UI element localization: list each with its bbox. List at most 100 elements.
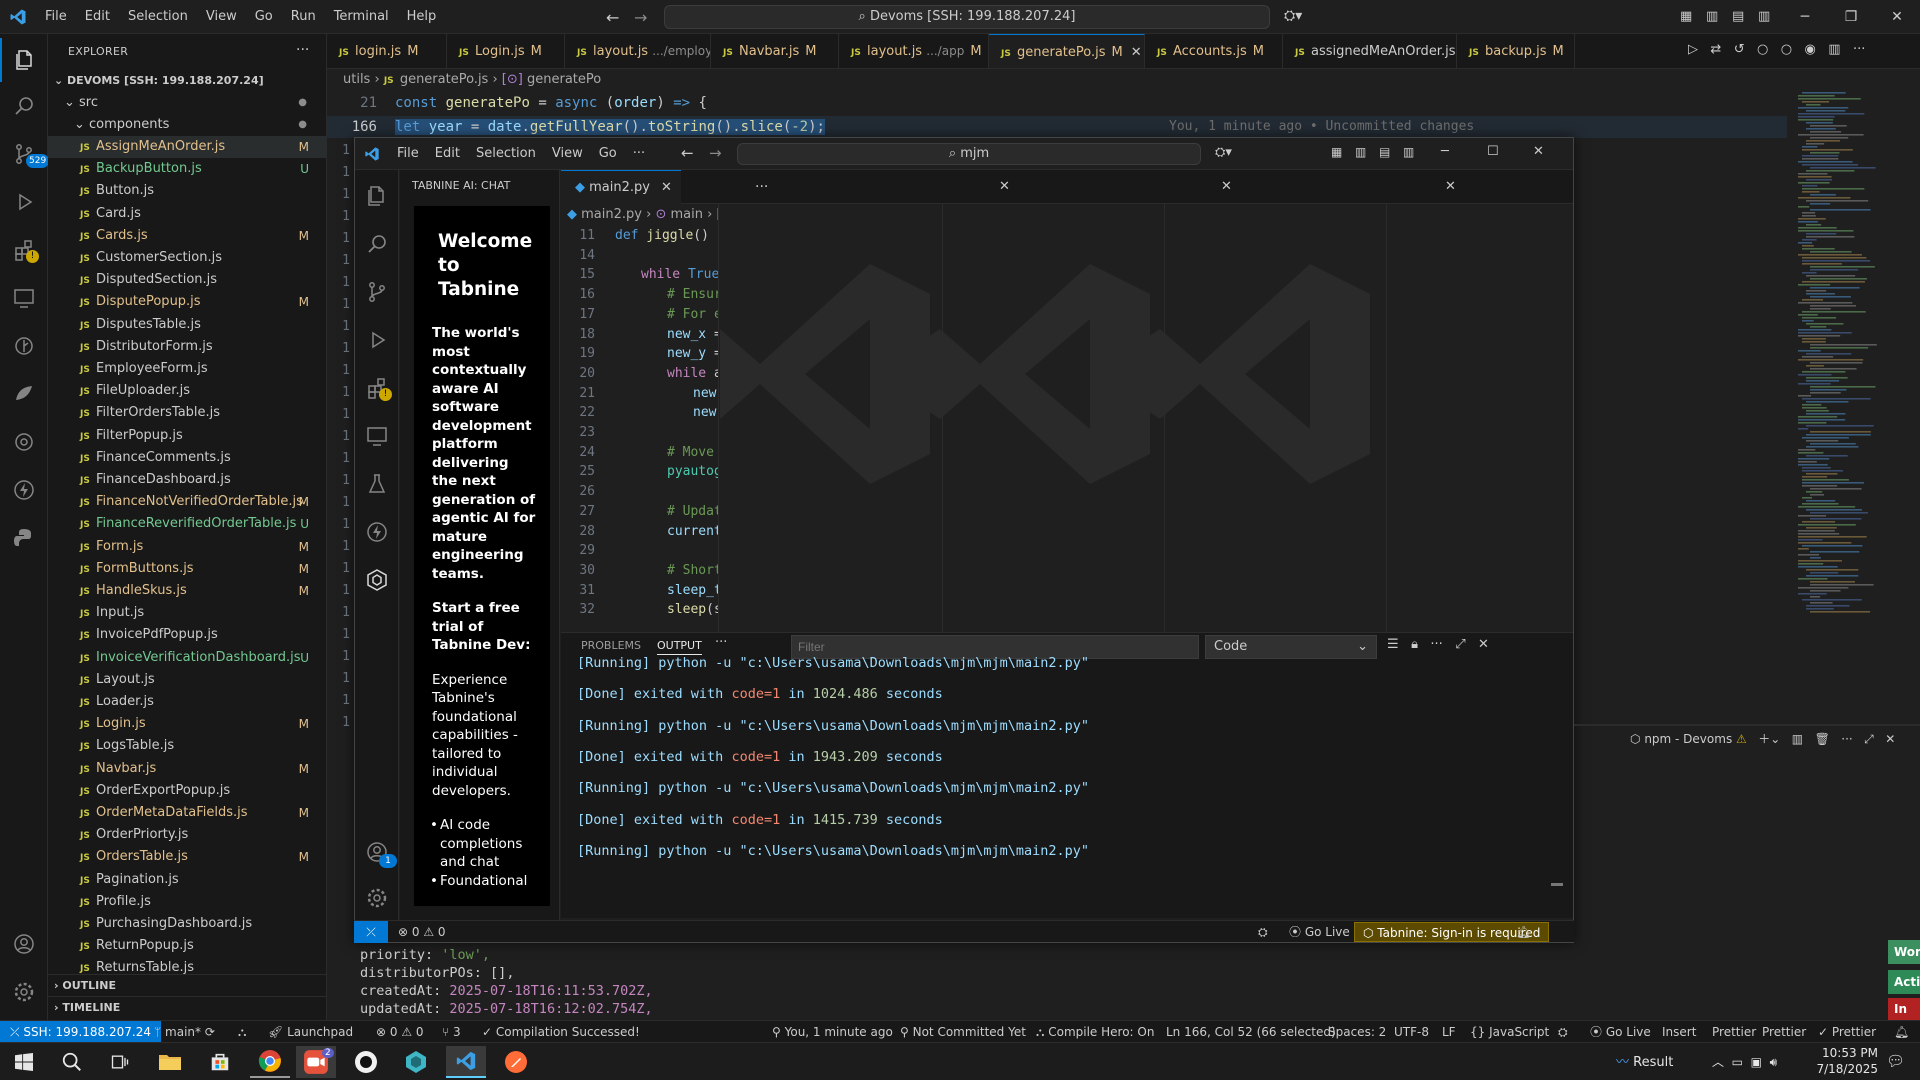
file-item[interactable]: JS Card.js — [48, 203, 327, 225]
output-line[interactable]: [Running] python -u "c:\Users\usama\Down… — [577, 655, 1089, 671]
file-item[interactable]: JS Cards.js M — [48, 225, 327, 247]
breadcrumb-file[interactable]: main2.py — [581, 207, 642, 222]
vscode-taskbar-icon[interactable] — [446, 1046, 486, 1078]
menu-terminal[interactable]: Terminal — [325, 0, 398, 34]
file-item[interactable]: JS Loader.js — [48, 691, 327, 713]
postman-icon[interactable] — [496, 1046, 536, 1078]
code-line[interactable]: 21 new — [561, 384, 718, 404]
file-item[interactable]: JS Navbar.js M — [48, 758, 327, 780]
file-item[interactable]: JS FinanceDashboard.js — [48, 469, 327, 491]
output-line[interactable]: [Running] python -u "c:\Users\usama\Down… — [577, 843, 1089, 859]
tab-main2-py[interactable]: ◆ main2.py ✕ — [561, 170, 681, 204]
editor-tab[interactable]: JS Accounts.js M — [1145, 34, 1283, 68]
commit-status[interactable]: ⚲ Not Committed Yet — [900, 1021, 1026, 1043]
inner-menu-edit[interactable]: Edit — [427, 139, 468, 169]
close-group-icon[interactable]: ✕ — [999, 170, 1010, 204]
close-tab-icon[interactable]: ✕ — [1131, 45, 1142, 60]
breadcrumb-folder[interactable]: utils — [343, 72, 370, 87]
accounts-icon[interactable] — [0, 922, 48, 966]
copilot-status-icon[interactable]: ⛭ — [1258, 921, 1268, 943]
file-item[interactable]: JS FilterPopup.js — [48, 425, 327, 447]
app-dark-circle-icon[interactable] — [346, 1046, 386, 1078]
file-item[interactable]: JS Button.js — [48, 180, 327, 202]
tab-output[interactable]: OUTPUT — [657, 639, 702, 655]
tabnine-icon[interactable] — [355, 558, 399, 602]
maximize-panel-icon[interactable]: ⤢ — [1864, 732, 1874, 746]
file-item[interactable]: JS BackupButton.js U — [48, 158, 327, 180]
side-chip[interactable]: Wor — [1888, 940, 1920, 964]
kill-terminal-icon[interactable]: 🗑︎ — [1815, 732, 1830, 746]
code-line-21[interactable]: 21 const generatePo = async (order) => { — [327, 92, 1787, 114]
minimap[interactable] — [1790, 92, 1910, 632]
end-of-line[interactable]: LF — [1442, 1021, 1456, 1043]
menu-help[interactable]: Help — [398, 0, 446, 34]
compile-hero-status[interactable]: ⛬ Compile Hero: On — [1036, 1021, 1154, 1043]
search-icon[interactable] — [355, 222, 399, 266]
editor-tab[interactable]: JS layout.js .../app M — [839, 34, 989, 68]
remote-explorer-icon[interactable] — [355, 414, 399, 458]
side-chip[interactable]: In A — [1888, 998, 1920, 1020]
inner-menu-selection[interactable]: Selection — [468, 139, 544, 169]
git-graph-icon[interactable]: ⛬ — [238, 1021, 246, 1043]
menu-edit[interactable]: Edit — [76, 0, 119, 34]
folder-src[interactable]: ⌄ src ● — [48, 92, 327, 114]
remote-explorer-icon[interactable] — [0, 276, 48, 320]
minimize-icon[interactable]: ─ — [1782, 0, 1828, 34]
go-live-button[interactable]: ⦿ Go Live — [1289, 921, 1350, 943]
extensions-icon[interactable]: ! — [355, 366, 399, 410]
run-debug-icon[interactable] — [0, 180, 48, 224]
output-line[interactable]: [Done] exited with code=1 in 1943.209 se… — [577, 749, 943, 765]
encoding[interactable]: UTF-8 — [1394, 1021, 1429, 1043]
folder-components[interactable]: ⌄ components ● — [48, 114, 327, 136]
toggle-secondary-sidebar-icon[interactable]: ▥ — [1403, 145, 1414, 159]
testing-flask-icon[interactable] — [355, 462, 399, 506]
explorer-icon[interactable] — [355, 174, 399, 218]
run-debug-icon[interactable] — [355, 318, 399, 362]
command-center-search[interactable]: ⌕ Devoms [SSH: 199.188.207.24] — [664, 5, 1270, 29]
close-panel-icon[interactable]: ✕ — [1885, 732, 1895, 746]
file-item[interactable]: JS DisputesTable.js — [48, 314, 327, 336]
live-share-icon[interactable] — [0, 372, 48, 416]
file-explorer-icon[interactable] — [150, 1046, 190, 1078]
toggle-panel-icon[interactable]: ▤ — [1732, 9, 1744, 24]
toggle-sidebar-icon[interactable]: ▥ — [1355, 145, 1366, 159]
problems-indicator[interactable]: ⊗ 0 ⚠ 0 — [376, 1021, 424, 1043]
close-group-icon[interactable]: ✕ — [1221, 170, 1232, 204]
file-item[interactable]: JS OrderExportPopup.js — [48, 780, 327, 802]
code-line[interactable]: 31 sleep_t — [561, 581, 718, 601]
file-item[interactable]: JS EmployeeForm.js — [48, 358, 327, 380]
code-line[interactable]: 27 # Updat — [561, 502, 718, 522]
lock-scroll-icon[interactable]: 🔒︎ — [1411, 637, 1418, 652]
file-item[interactable]: JS Profile.js — [48, 891, 327, 913]
maximize-icon[interactable]: ☐ — [1487, 144, 1499, 159]
menu-file[interactable]: File — [36, 0, 76, 34]
source-control-icon[interactable]: 529 — [0, 132, 50, 176]
windows-start-icon[interactable] — [4, 1046, 44, 1078]
more-actions-icon[interactable]: ··· — [1853, 42, 1865, 57]
prettier-status[interactable]: Prettier — [1712, 1021, 1756, 1043]
inner-menu-view[interactable]: View — [544, 139, 591, 169]
customize-layout-icon[interactable]: ▦ — [1331, 145, 1342, 159]
file-item[interactable]: JS AssignMeAnOrder.js M — [48, 136, 327, 158]
editor-tab[interactable]: JS generatePo.js M ✕ — [989, 34, 1145, 68]
side-chip[interactable]: Acti — [1888, 970, 1920, 994]
source-control-icon[interactable] — [355, 270, 399, 314]
copilot-icon[interactable]: ⛭▾ — [1284, 8, 1302, 24]
editor-tab[interactable]: JS backup.js M — [1457, 34, 1575, 68]
menu-view[interactable]: View — [197, 0, 246, 34]
editor-tab[interactable]: JS Login.js M — [447, 34, 565, 68]
file-item[interactable]: JS CustomerSection.js — [48, 247, 327, 269]
output-line[interactable]: [Running] python -u "c:\Users\usama\Down… — [577, 718, 1089, 734]
restore-icon[interactable]: ❐ — [1828, 0, 1874, 34]
clock[interactable]: 10:53 PM 7/18/2025 — [1800, 1045, 1878, 1077]
inner-more-menu-icon[interactable]: ··· — [625, 139, 653, 169]
breadcrumb-file[interactable]: generatePo.js — [400, 72, 489, 87]
thunder-client-icon[interactable] — [355, 510, 399, 554]
settings-gear-icon[interactable] — [355, 876, 399, 920]
revert-icon[interactable]: ↺ — [1734, 42, 1745, 57]
split-terminal-icon[interactable]: ▥ — [1792, 732, 1803, 746]
minimize-icon[interactable]: ─ — [1441, 144, 1449, 159]
code-line[interactable]: 30 # Short — [561, 561, 718, 581]
inner-command-center[interactable]: ⌕ mjm — [737, 143, 1201, 165]
toggle-secondary-sidebar-icon[interactable]: ▥ — [1758, 9, 1770, 24]
